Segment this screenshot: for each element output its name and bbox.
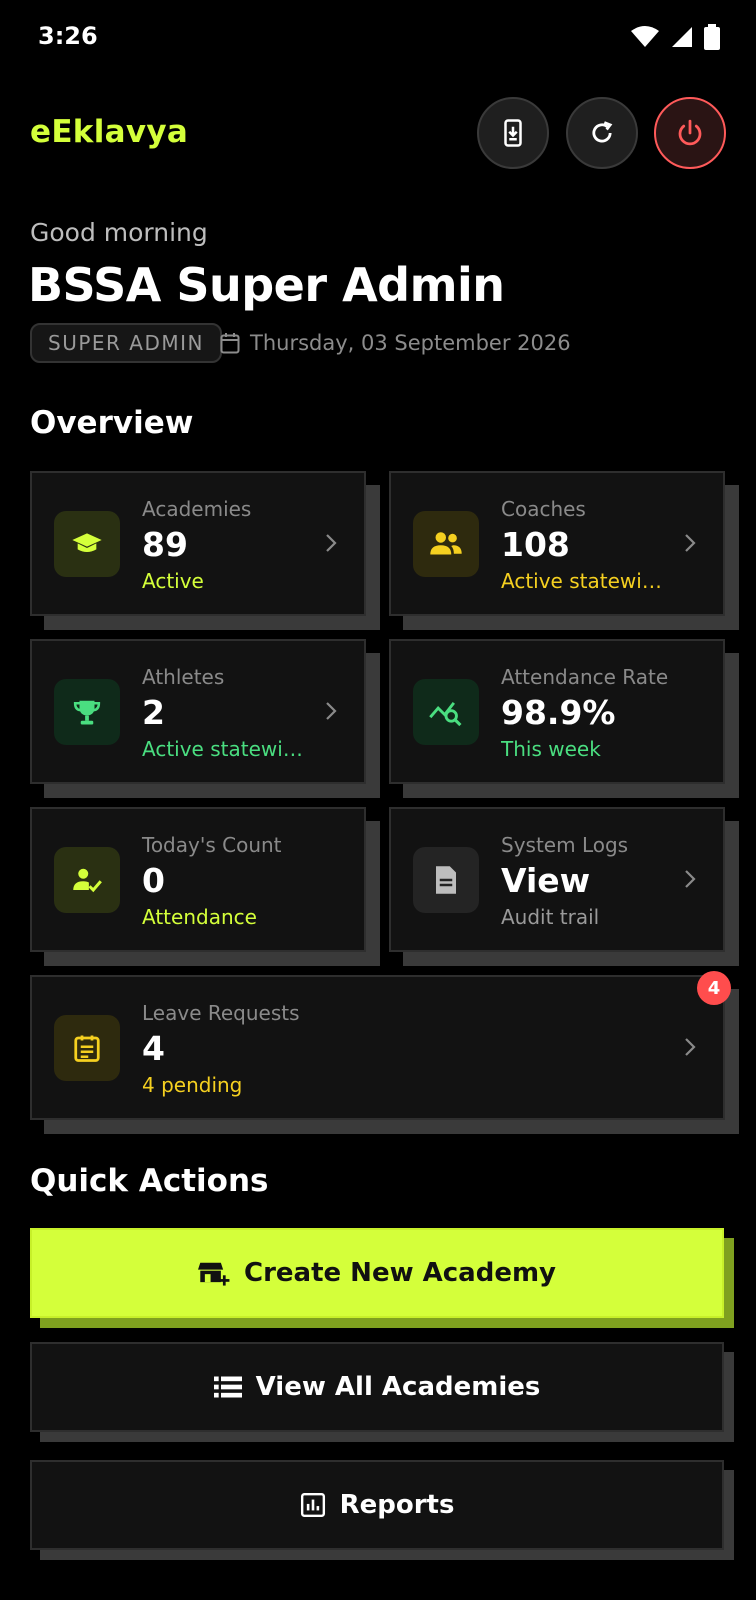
document-icon (436, 866, 456, 894)
list-icon (213, 1376, 242, 1398)
greeting-text: Good morning (30, 218, 208, 247)
overview-title: Overview (30, 405, 194, 441)
status-bar: 3:26 (0, 0, 756, 72)
system-logs-sub: Audit trail (501, 905, 600, 929)
refresh-icon (592, 121, 613, 143)
coaches-label: Coaches (501, 497, 586, 521)
coaches-icon-box (413, 511, 479, 577)
date-text: Thursday, 03 September 2026 (250, 331, 571, 355)
todays-count-icon-box (54, 847, 120, 913)
person-check-icon (73, 868, 102, 893)
phone-download-icon (504, 119, 522, 147)
people-icon (430, 532, 462, 555)
system-logs-value: View (501, 861, 591, 900)
status-time: 3:26 (38, 22, 98, 50)
quick-actions-title: Quick Actions (30, 1163, 269, 1199)
attendance-rate-icon-box (413, 679, 479, 745)
view-all-academies-label: View All Academies (255, 1372, 541, 1402)
chevron-right-icon (326, 534, 337, 552)
leave-requests-label: Leave Requests (142, 1001, 300, 1025)
report-chart-icon (300, 1492, 325, 1518)
view-all-academies-button[interactable]: View All Academies (30, 1342, 724, 1432)
chevron-right-icon (685, 870, 696, 888)
academies-value: 89 (142, 525, 188, 564)
system-logs-card[interactable]: System Logs View Audit trail (389, 807, 725, 952)
todays-count-label: Today's Count (142, 833, 282, 857)
wifi-icon (631, 26, 659, 47)
create-academy-button[interactable]: Create New Academy (30, 1228, 724, 1318)
leave-requests-sub: 4 pending (142, 1073, 243, 1097)
reports-label: Reports (339, 1490, 455, 1520)
calendar-icon (220, 333, 240, 354)
battery-icon (704, 24, 720, 50)
power-icon (678, 119, 702, 146)
calendar-list-icon (74, 1035, 100, 1062)
leave-requests-value: 4 (142, 1029, 165, 1068)
athletes-card[interactable]: Athletes 2 Active statewide (30, 639, 366, 784)
coaches-card[interactable]: Coaches 108 Active statewide (389, 471, 725, 616)
academies-label: Academies (142, 497, 252, 521)
academies-sub: Active (142, 569, 204, 593)
coaches-sub: Active statewide (501, 569, 666, 593)
academies-card[interactable]: Academies 89 Active (30, 471, 366, 616)
todays-count-card: Today's Count 0 Attendance (30, 807, 366, 952)
role-badge: SUPER ADMIN (30, 323, 222, 363)
create-academy-label: Create New Academy (243, 1258, 557, 1288)
attendance-rate-card: Attendance Rate 98.9% This week (389, 639, 725, 784)
chevron-right-icon (685, 1038, 696, 1056)
athletes-sub: Active statewide (142, 737, 307, 761)
chevron-right-icon (685, 534, 696, 552)
attendance-rate-sub: This week (501, 737, 601, 761)
app-brand: eEklavya (30, 114, 189, 150)
todays-count-sub: Attendance (142, 905, 257, 929)
store-add-icon (197, 1262, 230, 1286)
athletes-value: 2 (142, 693, 165, 732)
status-icons (630, 24, 720, 50)
notification-badge: 4 (697, 971, 731, 1005)
graduation-cap-icon (72, 533, 102, 552)
leave-requests-card[interactable]: Leave Requests 4 4 pending 4 (30, 971, 731, 1120)
system-logs-label: System Logs (501, 833, 629, 857)
current-date: Thursday, 03 September 2026 (220, 331, 571, 355)
chart-search-icon (429, 701, 462, 727)
academies-icon-box (54, 511, 120, 577)
athletes-icon-box (54, 679, 120, 745)
install-app-button[interactable] (477, 97, 549, 169)
logout-button[interactable] (654, 97, 726, 169)
attendance-rate-label: Attendance Rate (501, 665, 669, 689)
user-name: BSSA Super Admin (28, 258, 505, 312)
reports-button[interactable]: Reports (30, 1460, 724, 1550)
attendance-rate-value: 98.9% (501, 693, 616, 732)
chevron-right-icon (326, 702, 337, 720)
signal-icon (672, 27, 692, 47)
todays-count-value: 0 (142, 861, 165, 900)
leave-requests-icon-box (54, 1015, 120, 1081)
system-logs-icon-box (413, 847, 479, 913)
trophy-icon (73, 700, 101, 725)
coaches-value: 108 (501, 525, 570, 564)
athletes-label: Athletes (142, 665, 225, 689)
refresh-button[interactable] (566, 97, 638, 169)
